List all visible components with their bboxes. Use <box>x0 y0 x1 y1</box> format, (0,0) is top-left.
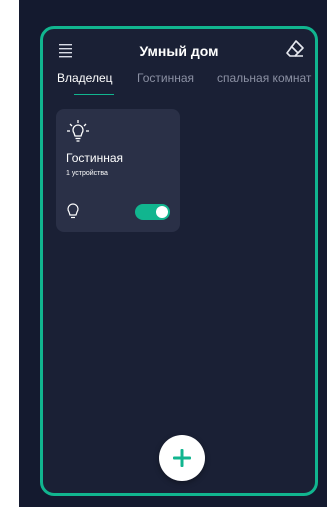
tab-owner[interactable]: Владелец <box>57 71 113 85</box>
toggle-knob <box>156 206 168 218</box>
tab-bedroom[interactable]: спальная комнат <box>217 71 311 85</box>
room-power-toggle[interactable] <box>135 204 170 220</box>
page-title: Умный дом <box>139 43 219 59</box>
tab-living-room[interactable]: Гостинная <box>137 71 194 85</box>
app-window: Умный дом Владелец Гостинная спальная ко… <box>40 26 318 496</box>
plus-icon <box>173 449 191 467</box>
eraser-icon[interactable] <box>285 39 305 59</box>
lightbulb-icon <box>66 202 80 220</box>
room-tabs: Владелец Гостинная спальная комнат <box>43 71 315 95</box>
app-header: Умный дом <box>43 39 315 63</box>
active-tab-indicator <box>74 94 114 95</box>
lightbulb-icon <box>66 119 90 143</box>
room-card[interactable]: Гостинная 1 устройства <box>56 109 180 232</box>
add-button[interactable] <box>159 435 205 481</box>
room-name: Гостинная <box>66 151 123 165</box>
device-count: 1 устройства <box>66 170 108 177</box>
